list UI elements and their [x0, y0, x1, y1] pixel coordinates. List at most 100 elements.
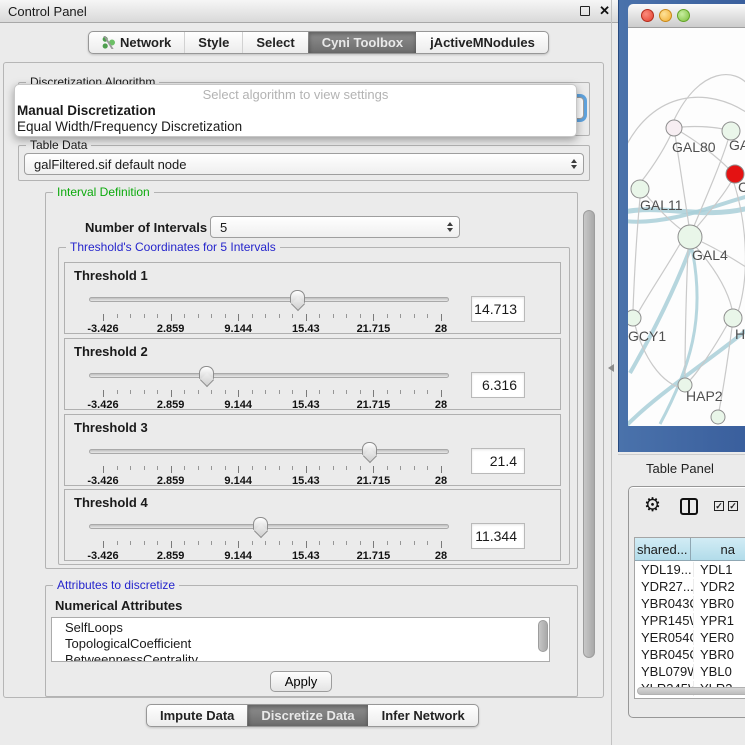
threshold-value-field[interactable]: 14.713 — [471, 296, 525, 322]
cyni-bottom-tabbar: Impute DataDiscretize DataInfer Network — [146, 704, 479, 727]
threshold-panel: Threshold 4-3.4262.8599.14415.4321.71528… — [64, 489, 561, 561]
tick-label: 2.859 — [157, 475, 185, 487]
checked-box-icon[interactable]: ✓ — [728, 501, 738, 511]
tick-label: 2.859 — [157, 323, 185, 335]
slider-track — [89, 373, 449, 378]
tick-mark — [346, 390, 347, 394]
apply-button[interactable]: Apply — [270, 671, 332, 692]
table-horizontal-scrollbar[interactable] — [637, 687, 745, 695]
tab-cyni-toolbox[interactable]: Cyni Toolbox — [308, 32, 416, 53]
dropdown-option[interactable]: Manual Discretization — [15, 103, 576, 119]
table-row[interactable]: YDR27...YDR2 — [635, 578, 745, 595]
bottom-tab-infer-network[interactable]: Infer Network — [368, 705, 478, 726]
zoom-traffic-light-icon[interactable] — [677, 9, 690, 22]
slider-tick-labels: -3.4262.8599.14415.4321.71528 — [103, 550, 441, 562]
network-node[interactable] — [628, 310, 641, 326]
network-node[interactable] — [724, 309, 742, 327]
tick-mark — [157, 541, 158, 545]
interval-definition-label: Interval Definition — [53, 185, 154, 199]
minimize-traffic-light-icon[interactable] — [659, 9, 672, 22]
tick-mark — [333, 390, 334, 394]
tick-mark — [400, 541, 401, 545]
threshold-value-field[interactable]: 11.344 — [471, 523, 525, 549]
tab-select[interactable]: Select — [242, 32, 307, 53]
network-node[interactable] — [631, 180, 649, 198]
tab-style[interactable]: Style — [184, 32, 242, 53]
tick-mark — [346, 314, 347, 318]
combo-arrows-icon — [447, 222, 453, 232]
tick-mark — [225, 390, 226, 394]
table-row[interactable]: YBR043CYBR0 — [635, 595, 745, 612]
checked-box-icon[interactable]: ✓ — [714, 501, 724, 511]
table-row[interactable]: YBR045CYBR0 — [635, 646, 745, 663]
tick-mark — [319, 466, 320, 470]
network-canvas[interactable]: GAL80GACGAL11GAL4GCY1HHAP2 — [628, 28, 745, 426]
slider-thumb[interactable] — [362, 442, 377, 455]
tick-mark — [441, 466, 442, 473]
tab-jactivemnodules[interactable]: jActiveMNodules — [416, 32, 548, 53]
tick-mark — [144, 314, 145, 318]
tick-label: 9.144 — [224, 550, 252, 562]
threshold-value-field[interactable]: 6.316 — [471, 372, 525, 398]
num-intervals-combo[interactable]: 5 — [210, 216, 460, 238]
tab-network[interactable]: Network — [89, 32, 184, 53]
table-cell: YBL0 — [694, 664, 745, 679]
slider-tick-labels: -3.4262.8599.14415.4321.71528 — [103, 475, 441, 487]
panel-divider — [611, 0, 612, 745]
threshold-slider[interactable]: -3.4262.8599.14415.4321.71528 — [89, 516, 449, 560]
tick-mark — [400, 390, 401, 394]
settings-scrollbar[interactable] — [583, 210, 595, 658]
attribute-list-item[interactable]: TopologicalCoefficient — [65, 636, 549, 652]
threshold-value-field[interactable]: 21.4 — [471, 448, 525, 474]
table-row[interactable]: YDL19...YDL1 — [635, 561, 745, 578]
network-node[interactable] — [678, 225, 702, 249]
threshold-slider[interactable]: -3.4262.8599.14415.4321.71528 — [89, 365, 449, 409]
slider-track — [89, 297, 449, 302]
network-node[interactable] — [711, 410, 725, 424]
table-cell: YBR0 — [694, 647, 745, 662]
slider-thumb[interactable] — [199, 366, 214, 379]
splitter-collapse-icon[interactable] — [604, 364, 614, 372]
tick-mark — [117, 466, 118, 470]
float-window-icon[interactable] — [580, 6, 590, 16]
threshold-slider[interactable]: -3.4262.8599.14415.4321.71528 — [89, 289, 449, 333]
table-data-combo[interactable]: galFiltered.sif default node — [24, 153, 584, 175]
tick-mark — [306, 314, 307, 321]
network-window-titlebar — [628, 4, 745, 28]
table-row[interactable]: YIL053CYIL0 — [635, 697, 745, 699]
table-row[interactable]: YPR145WYPR1 — [635, 612, 745, 629]
tick-label: -3.426 — [87, 475, 118, 487]
split-columns-icon[interactable] — [680, 498, 698, 515]
gear-icon[interactable]: ⚙ — [644, 496, 661, 515]
tick-label: 15.43 — [292, 550, 320, 562]
table-column-header[interactable]: shared... — [635, 538, 691, 560]
network-node-label: GCY1 — [628, 328, 666, 344]
tick-mark — [387, 390, 388, 394]
tick-mark — [306, 390, 307, 397]
bottom-tab-impute-data[interactable]: Impute Data — [147, 705, 247, 726]
table-row[interactable]: YER054CYER0 — [635, 629, 745, 646]
tick-mark — [441, 314, 442, 321]
dropdown-option[interactable]: Equal Width/Frequency Discretization — [15, 119, 576, 135]
table-cell: YBL079W — [635, 664, 694, 679]
network-icon — [102, 36, 115, 49]
network-node[interactable] — [666, 120, 682, 136]
tick-mark — [130, 466, 131, 470]
threshold-slider[interactable]: -3.4262.8599.14415.4321.71528 — [89, 441, 449, 485]
slider-thumb[interactable] — [253, 517, 268, 530]
control-panel-titlebar: Control Panel ✕ — [0, 0, 618, 23]
tick-label: -3.426 — [87, 399, 118, 411]
table-row[interactable]: YBL079WYBL0 — [635, 663, 745, 680]
close-icon[interactable]: ✕ — [599, 6, 610, 16]
table-column-header[interactable]: na — [691, 538, 745, 560]
table-panel-divider — [618, 454, 745, 455]
tick-mark — [211, 390, 212, 394]
slider-thumb[interactable] — [290, 290, 305, 303]
attribute-list-item[interactable]: BetweennessCentrality — [65, 652, 549, 662]
attribute-list-item[interactable]: SelfLoops — [65, 620, 549, 636]
attributes-list-scrollbar[interactable] — [538, 620, 548, 652]
bottom-tab-discretize-data[interactable]: Discretize Data — [247, 705, 367, 726]
numerical-attributes-list[interactable]: SelfLoopsTopologicalCoefficientBetweenne… — [51, 617, 550, 662]
close-traffic-light-icon[interactable] — [641, 9, 654, 22]
table-cell: YPR145W — [635, 613, 694, 628]
